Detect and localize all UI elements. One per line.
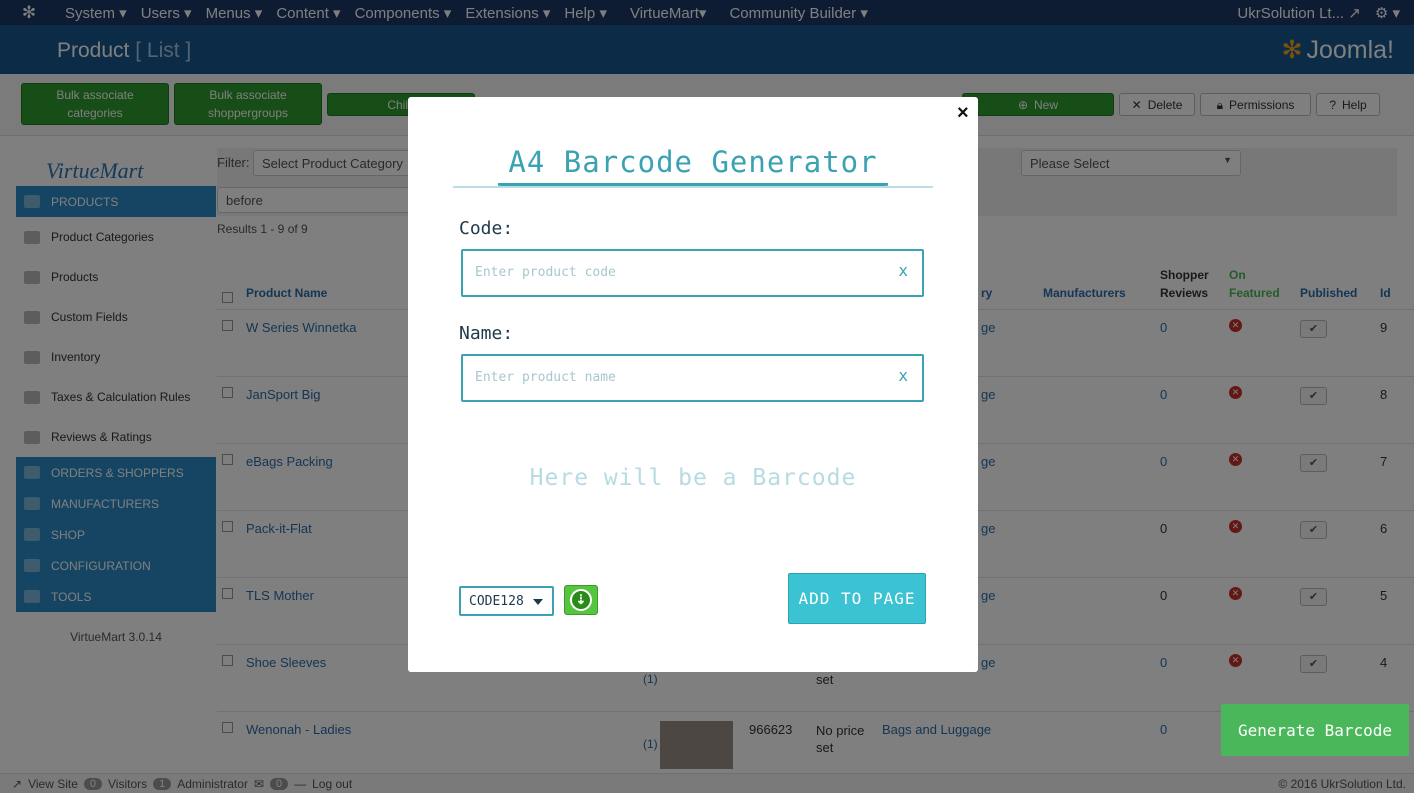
name-label: Name:	[459, 323, 514, 344]
barcode-placeholder: Here will be a Barcode	[529, 465, 857, 491]
barcode-type-select[interactable]: CODE128	[459, 586, 554, 616]
button-label: ADD TO PAGE	[798, 589, 916, 608]
button-label: Generate Barcode	[1237, 720, 1393, 740]
generate-barcode-button[interactable]: Generate Barcode	[1221, 704, 1409, 756]
download-icon: ⇣	[570, 589, 592, 611]
clear-name-button[interactable]: x	[898, 366, 908, 385]
name-input[interactable]: Enter product name x	[461, 354, 924, 402]
chevron-down-icon	[533, 599, 543, 605]
code-label: Code:	[459, 218, 514, 239]
add-to-page-button[interactable]: ADD TO PAGE	[788, 573, 926, 624]
barcode-generator-modal: × A4 Barcode Generator Code: Enter produ…	[408, 97, 978, 672]
name-placeholder: Enter product name	[475, 370, 616, 385]
code-input[interactable]: Enter product code x	[461, 249, 924, 297]
code-placeholder: Enter product code	[475, 265, 616, 280]
select-value: CODE128	[469, 593, 524, 609]
modal-title: A4 Barcode Generator	[508, 145, 878, 179]
title-underline	[453, 186, 933, 188]
download-button[interactable]: ⇣	[564, 585, 598, 615]
clear-code-button[interactable]: x	[898, 261, 908, 280]
close-icon[interactable]: ×	[957, 102, 969, 125]
